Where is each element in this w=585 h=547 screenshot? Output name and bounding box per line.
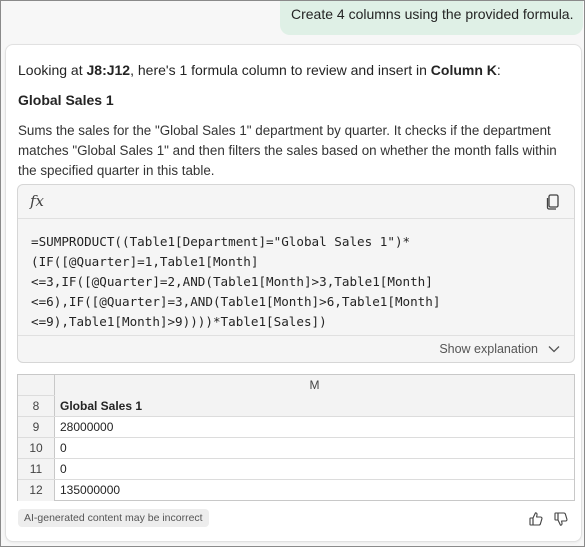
column-header: M: [55, 375, 574, 396]
thumbs-down-icon[interactable]: [553, 511, 569, 527]
row-number: 12: [18, 480, 55, 501]
table-row: 8 Global Sales 1: [18, 396, 574, 417]
preview-grid: M 8 Global Sales 1 9 28000000 10 0 11 0 …: [17, 374, 575, 501]
table-row: 12 135000000: [18, 480, 574, 501]
table-row: 11 0: [18, 459, 574, 480]
formula-line: <=9),Table1[Month]>9))))*Table1[Sales]): [31, 314, 327, 329]
table-row: 10 0: [18, 438, 574, 459]
intro-middle: , here's 1 formula column to review and …: [130, 62, 431, 78]
row-number: 11: [18, 459, 55, 479]
row-number: 10: [18, 438, 55, 458]
intro-range: J8:J12: [86, 62, 131, 78]
formula-line: <=6),IF([@Quarter]=3,AND(Table1[Month]>6…: [31, 294, 441, 309]
show-explanation-button[interactable]: Show explanation: [18, 335, 574, 362]
user-message-text: Create 4 columns using the provided form…: [291, 6, 574, 22]
fx-icon: fx: [30, 192, 45, 210]
formula-block: fx =SUMPRODUCT((Table1[Department]="Glob…: [17, 184, 575, 363]
formula-code: =SUMPRODUCT((Table1[Department]="Global …: [31, 232, 566, 332]
row-number: 8: [18, 396, 55, 416]
chat-window: Create 4 columns using the provided form…: [0, 0, 585, 547]
ai-disclaimer-badge: AI-generated content may be incorrect: [18, 509, 209, 527]
grid-cell: Global Sales 1: [60, 399, 143, 413]
thumbs-up-icon[interactable]: [528, 511, 544, 527]
chevron-down-icon: [548, 346, 560, 353]
formula-header: fx: [18, 185, 574, 219]
intro-prefix: Looking at: [18, 62, 87, 78]
copy-icon[interactable]: [544, 193, 562, 211]
formula-column-title: Global Sales 1: [18, 92, 114, 108]
formula-line: =SUMPRODUCT((Table1[Department]="Global …: [31, 234, 411, 249]
grid-cell: 28000000: [60, 420, 114, 434]
grid-cell: 135000000: [60, 483, 121, 497]
grid-cell: 0: [60, 462, 67, 476]
grid-header-row: M: [18, 375, 574, 396]
intro-suffix: :: [496, 62, 501, 78]
formula-line: <=3,IF([@Quarter]=2,AND(Table1[Month]>3,…: [31, 274, 433, 289]
formula-description: Sums the sales for the "Global Sales 1" …: [18, 123, 557, 178]
formula-line: (IF([@Quarter]=1,Table1[Month]: [31, 254, 259, 269]
show-explanation-label: Show explanation: [439, 342, 538, 356]
grid-cell: 0: [60, 441, 67, 455]
user-message-bubble: Create 4 columns using the provided form…: [280, 1, 583, 35]
response-intro: Looking at J8:J12, here's 1 formula colu…: [18, 61, 573, 79]
table-row: 9 28000000: [18, 417, 574, 438]
assistant-response-card: Looking at J8:J12, here's 1 formula colu…: [5, 44, 582, 542]
row-number: 9: [18, 417, 55, 437]
corner-cell: [18, 375, 55, 395]
intro-column: Column K: [430, 62, 497, 78]
